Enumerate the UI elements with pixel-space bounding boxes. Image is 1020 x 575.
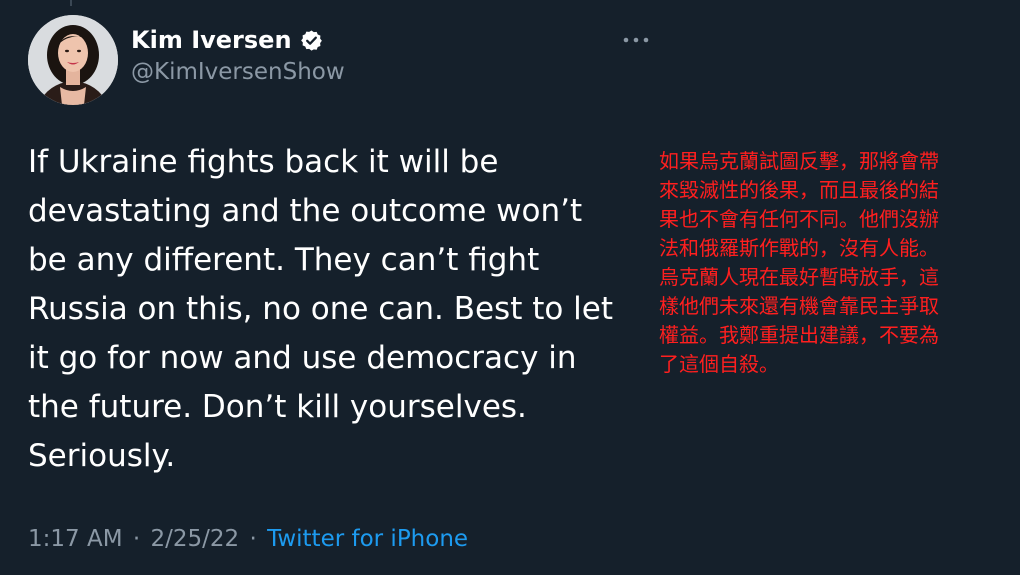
author-row: Kim Iversen [131,25,323,55]
author-handle[interactable]: @KimIversenShow [131,58,345,86]
more-options-icon[interactable] [620,30,654,50]
tweet-meta: 1:17 AM · 2/25/22 · Twitter for iPhone [28,523,468,555]
tweet-date[interactable]: 2/25/22 [150,526,239,552]
tweet-text: If Ukraine fights back it will be devast… [28,144,614,474]
author-name[interactable]: Kim Iversen [131,25,292,55]
meta-separator: · [132,526,141,552]
verified-badge-icon [300,29,323,52]
avatar[interactable] [28,15,118,105]
meta-separator: · [249,526,257,552]
tweet-time[interactable]: 1:17 AM [28,526,123,552]
tweet-source-link[interactable]: Twitter for iPhone [267,526,468,552]
thread-line [70,0,72,6]
chinese-translation-overlay: 如果烏克蘭試圖反擊，那將會帶 來毀滅性的後果，而且最後的結 果也不會有任何不同。… [659,149,939,376]
profile-photo-icon [28,15,118,105]
